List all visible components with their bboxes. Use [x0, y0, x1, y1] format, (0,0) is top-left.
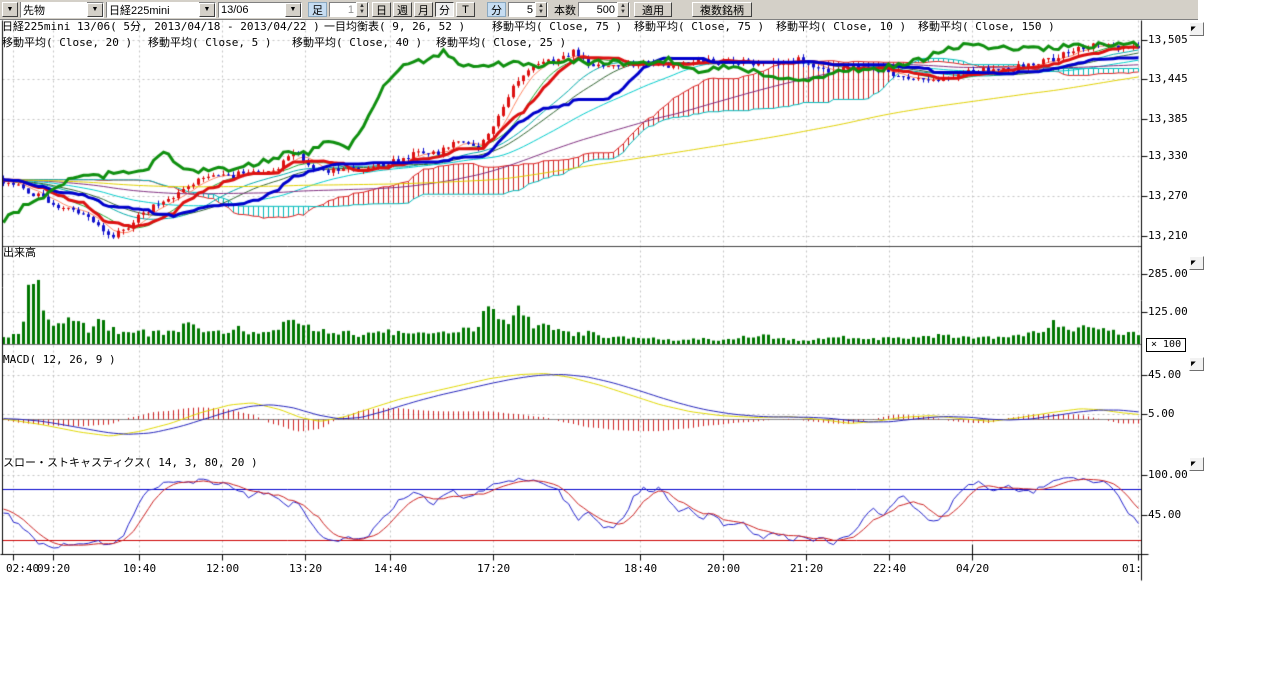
toolbar: ▼ 先物 ▼ 日経225mini ▼ 13/06 ▼ 足 1 ▲▼ 日 週 月 … [0, 0, 1198, 20]
x-axis-label: 04/20 [956, 563, 989, 575]
macd-axis-label: 45.00 [1148, 369, 1181, 381]
instrument-category-value: 先物 [21, 2, 87, 18]
contract-month-value: 13/06 [219, 4, 285, 16]
x-axis-label: 18:40 [624, 563, 657, 575]
apply-button[interactable]: 適用 [634, 2, 672, 17]
x-axis-label: 17:20 [477, 563, 510, 575]
price-axis-label: 13,210 [1148, 230, 1188, 242]
x-axis-label: 01: [1122, 563, 1142, 575]
symbol-value: 日経225mini [107, 2, 199, 18]
minute-value-spinner[interactable]: 5 ▲▼ [508, 2, 548, 17]
symbol-select[interactable]: 日経225mini ▼ [106, 2, 216, 18]
chart-legend-ichimoku: 一目均衡表( 9, 26, 52 ) [324, 21, 465, 33]
period-tick-button[interactable]: T [456, 2, 475, 17]
x-axis-label: 21:20 [790, 563, 823, 575]
chart-legend-ma10: 移動平均( Close, 10 ) [776, 21, 906, 33]
price-axis-label: 13,505 [1148, 34, 1188, 46]
price-axis-label: 13,445 [1148, 73, 1188, 85]
x-axis-label: 13:20 [289, 563, 322, 575]
volume-axis-label: 125.00 [1148, 306, 1188, 318]
panel-collapse-button[interactable]: ◤ [1189, 357, 1204, 371]
spinner-arrows-icon[interactable]: ▲▼ [617, 2, 629, 17]
chart-application-window: ▼ 先物 ▼ 日経225mini ▼ 13/06 ▼ 足 1 ▲▼ 日 週 月 … [0, 0, 1280, 688]
toolbar-dropdown-button[interactable]: ▼ [2, 2, 18, 17]
instrument-category-select[interactable]: 先物 ▼ [20, 2, 104, 18]
stoch-axis-label: 100.00 [1148, 469, 1188, 481]
panel-collapse-button[interactable]: ◤ [1189, 256, 1204, 270]
spinner-arrows-icon[interactable]: ▲▼ [535, 2, 547, 17]
volume-panel-title: 出来高 [3, 247, 36, 259]
x-axis-label: 22:40 [873, 563, 906, 575]
chart-legend-symbol: 日経225mini 13/06( 5分, 2013/04/18 - 2013/0… [2, 21, 320, 33]
stoch-axis-label: 45.00 [1148, 509, 1181, 521]
chart-legend-ma150: 移動平均( Close, 150 ) [918, 21, 1055, 33]
chevron-down-icon[interactable]: ▼ [199, 3, 215, 17]
panel-collapse-button[interactable]: ◤ [1189, 22, 1204, 36]
bar-count-spinner[interactable]: 500 ▲▼ [578, 2, 630, 17]
bar-count-label: 本数 [554, 2, 576, 18]
multi-symbol-button[interactable]: 複数銘柄 [692, 2, 752, 17]
chart-legend-ma25: 移動平均( Close, 25 ) [436, 37, 566, 49]
volume-multiplier-badge: × 100 [1146, 338, 1186, 352]
chart-legend-ma75: 移動平均( Close, 75 ) [492, 21, 622, 33]
period-month-button[interactable]: 月 [414, 2, 433, 17]
x-axis-label: 20:00 [707, 563, 740, 575]
bar-count-value: 500 [579, 3, 617, 16]
minute-label: 分 [487, 2, 506, 17]
price-axis-label: 13,385 [1148, 113, 1188, 125]
contract-month-select[interactable]: 13/06 ▼ [218, 2, 302, 18]
chart-legend-ma5: 移動平均( Close, 5 ) [148, 37, 271, 49]
panel-collapse-button[interactable]: ◤ [1189, 457, 1204, 471]
period-day-button[interactable]: 日 [372, 2, 391, 17]
period-minute-button[interactable]: 分 [435, 2, 454, 17]
macd-axis-label: 5.00 [1148, 408, 1175, 420]
volume-axis-label: 285.00 [1148, 268, 1188, 280]
spinner-arrows-icon[interactable]: ▲▼ [356, 2, 368, 17]
chart-legend-ma20: 移動平均( Close, 20 ) [2, 37, 132, 49]
x-axis-label: 10:40 [123, 563, 156, 575]
chevron-down-icon[interactable]: ▼ [285, 3, 301, 17]
chart-canvas[interactable] [0, 0, 1280, 688]
minute-value: 5 [509, 3, 535, 16]
stoch-panel-title: スロー・ストキャスティクス( 14, 3, 80, 20 ) [3, 457, 258, 469]
chart-legend-ma75b: 移動平均( Close, 75 ) [634, 21, 764, 33]
price-axis-label: 13,330 [1148, 150, 1188, 162]
x-axis-label: 12:00 [206, 563, 239, 575]
price-axis-label: 13,270 [1148, 190, 1188, 202]
chevron-down-icon[interactable]: ▼ [87, 3, 103, 17]
x-axis-label: 02:40 [6, 563, 39, 575]
bar-interval-spinner[interactable]: 1 ▲▼ [329, 2, 369, 17]
x-axis-label: 09:20 [37, 563, 70, 575]
chart-legend-ma40: 移動平均( Close, 40 ) [292, 37, 422, 49]
macd-panel-title: MACD( 12, 26, 9 ) [3, 354, 116, 366]
bar-interval-value: 1 [330, 3, 356, 16]
bar-type-label: 足 [308, 2, 327, 17]
x-axis-label: 14:40 [374, 563, 407, 575]
period-week-button[interactable]: 週 [393, 2, 412, 17]
